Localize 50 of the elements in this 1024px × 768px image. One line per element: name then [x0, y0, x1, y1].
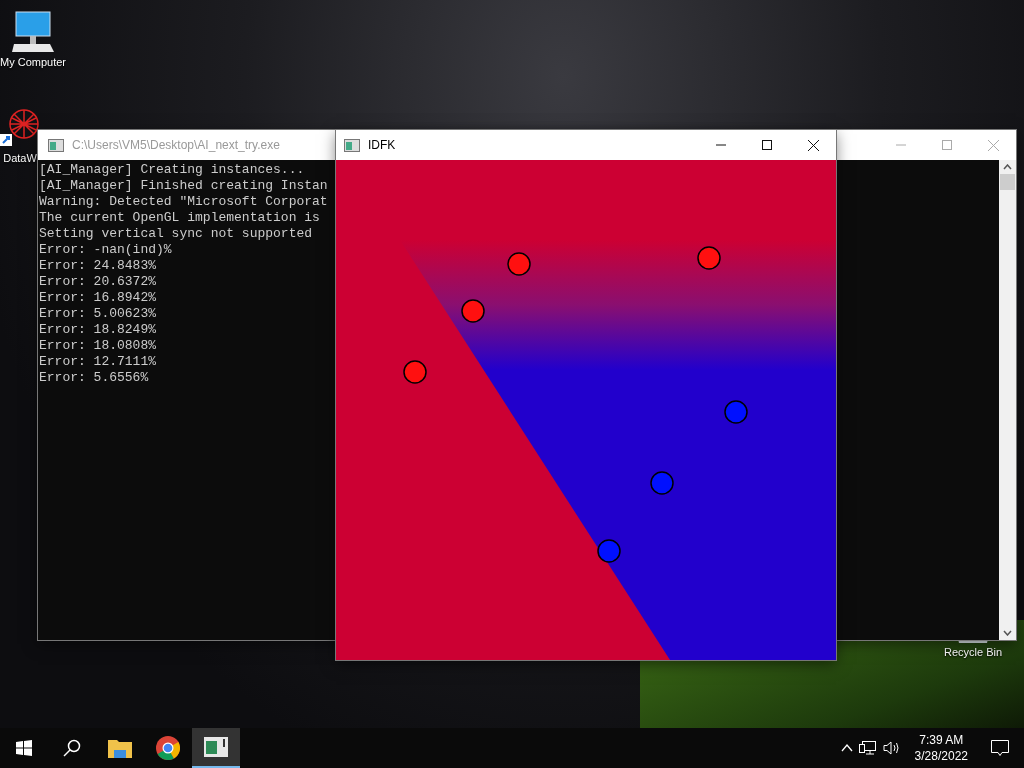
console-line: Error: -nan(ind)% — [39, 242, 172, 258]
data-point — [697, 246, 721, 270]
scroll-down-icon[interactable] — [1003, 630, 1012, 636]
clock-date: 3/28/2022 — [914, 748, 968, 764]
data-point — [597, 539, 621, 563]
desktop-icon-label[interactable]: DataW — [3, 152, 37, 164]
scroll-thumb[interactable] — [1000, 174, 1015, 190]
console-line: Error: 18.8249% — [39, 322, 157, 338]
window-title: C:\Users\VM5\Desktop\AI_next_try.exe — [72, 138, 280, 152]
close-icon — [987, 139, 999, 151]
folder-icon — [108, 738, 132, 758]
desktop-icon-label[interactable]: My Computer — [0, 56, 67, 68]
close-icon — [807, 139, 819, 151]
maximize-icon — [942, 140, 952, 150]
maximize-icon — [762, 140, 772, 150]
window-title: IDFK — [368, 138, 396, 152]
search-icon — [63, 739, 81, 757]
scroll-up-icon[interactable] — [1003, 164, 1012, 170]
console-line: [AI_Manager] Finished creating Instan — [39, 178, 328, 194]
network-icon[interactable] — [858, 740, 877, 756]
taskbar-app-button[interactable] — [192, 728, 240, 768]
desktop-icon-label[interactable]: Recycle Bin — [944, 646, 1003, 658]
data-point — [403, 360, 427, 384]
console-line: Error: 16.8942% — [39, 290, 157, 306]
clock-time: 7:39 AM — [919, 732, 964, 748]
console-line: Error: 5.00623% — [39, 306, 157, 322]
computer-icon — [10, 10, 56, 54]
clock[interactable]: 7:39 AM 3/28/2022 — [906, 732, 976, 764]
browser-icon — [156, 736, 180, 760]
window-app-icon — [204, 737, 228, 757]
console-line: The current OpenGL implementation is — [39, 210, 320, 226]
volume-icon[interactable] — [882, 740, 901, 756]
console-line: Error: 18.0808% — [39, 338, 157, 354]
data-point — [507, 252, 531, 276]
app-window-icon — [48, 138, 64, 152]
console-line: Error: 24.8483% — [39, 258, 157, 274]
data-point — [650, 471, 674, 495]
chevron-up-icon[interactable] — [840, 744, 853, 752]
console-line: Error: 5.6556% — [39, 370, 149, 386]
windows-logo-icon — [16, 740, 32, 756]
console-line: Error: 12.7111% — [39, 354, 157, 370]
console-line: Setting vertical sync not supported — [39, 226, 313, 242]
data-point — [461, 299, 485, 323]
console-line: [AI_Manager] Creating instances... — [39, 162, 305, 178]
scrollbar[interactable] — [999, 160, 1016, 640]
speech-bubble-icon — [991, 739, 1009, 757]
console-line: Error: 20.6372% — [39, 274, 157, 290]
app-window-icon — [344, 138, 360, 152]
console-line: Warning: Detected "Microsoft Corporat — [39, 194, 328, 210]
data-point — [724, 400, 748, 424]
